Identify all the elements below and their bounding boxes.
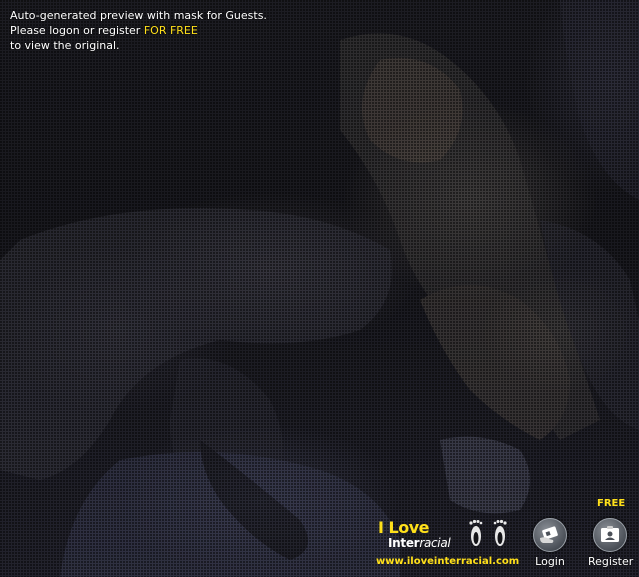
notice-line-3: to view the original. [10, 39, 120, 52]
brand-title-racial: racial [419, 536, 451, 550]
brand-url[interactable]: www.iloveinterracial.com [376, 556, 519, 567]
notice-line-2: Please logon or register FOR FREE [10, 23, 267, 38]
notice-line-2-prefix: Please logon or register [10, 24, 144, 37]
login-button[interactable]: Login [528, 518, 572, 568]
register-button[interactable]: Register [588, 518, 634, 568]
register-label: Register [588, 555, 634, 568]
register-icon-circle [593, 518, 627, 552]
preview-stage: Auto-generated preview with mask for Gue… [0, 0, 639, 577]
brand-title-inter: Inter [388, 536, 420, 550]
free-badge: FREE [597, 498, 626, 509]
login-label: Login [535, 555, 565, 568]
brand-logo[interactable]: I Love Interracial www.iloveinterracial.… [376, 516, 526, 572]
brand-title-bottom: Interracial [388, 536, 451, 550]
free-register-link[interactable]: FOR FREE [144, 24, 198, 37]
guest-notice: Auto-generated preview with mask for Gue… [10, 8, 267, 53]
masked-preview-photo [0, 0, 639, 577]
id-card-icon [601, 526, 619, 542]
login-icon-circle [533, 518, 567, 552]
notice-line-1: Auto-generated preview with mask for Gue… [10, 9, 267, 22]
id-card-hand-icon [540, 526, 558, 543]
brand-title-top: I Love [378, 518, 430, 537]
footprints-icon [469, 519, 507, 546]
